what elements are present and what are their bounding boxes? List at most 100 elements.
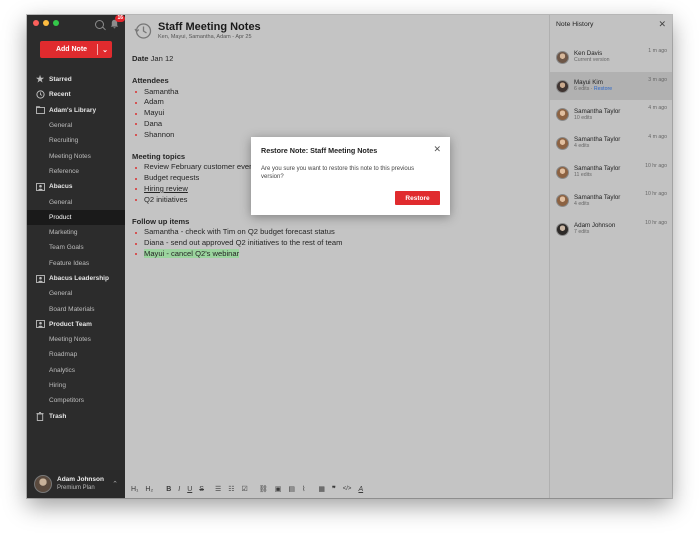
- add-note-label: Add Note: [55, 46, 88, 53]
- history-item-time: 4 m ago: [648, 105, 667, 112]
- history-item[interactable]: Samantha Taylor 4 edits 4 m ago: [550, 129, 672, 158]
- checkbox-icon[interactable]: ☑: [242, 485, 248, 493]
- chevron-down-icon[interactable]: ⌄: [98, 46, 112, 54]
- history-item-sub: 7 edits: [574, 229, 590, 236]
- history-list: Ken Davis Current version 1 m ago Mayui K…: [550, 43, 672, 244]
- add-note-button[interactable]: Add Note ⌄: [40, 41, 112, 58]
- sidebar-item-label: Adam's Library: [49, 106, 97, 114]
- attachment-icon[interactable]: ⌇: [302, 485, 305, 493]
- history-item-time: 10 hr ago: [645, 220, 667, 227]
- history-item[interactable]: Ken Davis Current version 1 m ago: [550, 43, 672, 72]
- sidebar-item-label: Analytics: [49, 366, 76, 374]
- sidebar-item-abacus-leadership[interactable]: Abacus Leadership: [27, 271, 125, 286]
- sidebar-item-analytics[interactable]: Analytics: [27, 363, 125, 378]
- sidebar-item-label: Meeting Notes: [49, 336, 91, 344]
- sidebar-item-label: Roadmap: [49, 351, 78, 359]
- close-icon[interactable]: ✕: [658, 19, 666, 30]
- restore-link[interactable]: Restore: [594, 86, 612, 92]
- history-item[interactable]: Samantha Taylor 10 edits 4 m ago: [550, 100, 672, 129]
- history-item[interactable]: Mayui Kim 6 edits · Restore 3 m ago: [550, 71, 672, 101]
- heading2-button[interactable]: H₂: [145, 486, 153, 493]
- date-label: Date: [132, 54, 149, 63]
- sidebar-item-competitors[interactable]: Competitors: [27, 393, 125, 408]
- history-item-name: Adam Johnson: [574, 222, 616, 230]
- sidebar-item-roadmap[interactable]: Roadmap: [27, 347, 125, 362]
- table-icon[interactable]: ▦: [318, 485, 325, 493]
- history-item[interactable]: Samantha Taylor 11 edits 10 hr ago: [550, 158, 672, 187]
- user-plan: Premium Plan: [57, 485, 95, 491]
- sidebar-item-general[interactable]: General: [27, 286, 125, 301]
- sidebar-item-marketing[interactable]: Marketing: [27, 225, 125, 240]
- notifications-button[interactable]: 16: [110, 15, 125, 29]
- strikethrough-button[interactable]: S: [199, 486, 204, 493]
- app-window: 16 Add Note ⌄ ★ Starred Recent Adam's Lib…: [27, 15, 672, 498]
- film-icon[interactable]: ▤: [288, 485, 295, 493]
- quote-button[interactable]: ❞: [332, 485, 336, 493]
- sidebar-item-starred[interactable]: ★ Starred: [27, 72, 125, 87]
- list-item: Mayui: [132, 108, 542, 119]
- sidebar-item-product[interactable]: Product: [27, 209, 125, 225]
- minimize-window-button[interactable]: [43, 20, 49, 26]
- history-item-time: 1 m ago: [648, 48, 667, 54]
- user-account[interactable]: Adam Johnson Premium Plan ⌃: [27, 470, 125, 498]
- bold-button[interactable]: B: [166, 486, 171, 493]
- restore-button[interactable]: Restore: [395, 191, 440, 205]
- sidebar-item-team-goals[interactable]: Team Goals: [27, 240, 125, 255]
- sidebar-item-label: Marketing: [49, 229, 78, 237]
- format-toolbar: H₁ H₂ B I U S ☰ ☷ ☑ ⛓ ▣ ▤ ⌇ ▦ ❞ </> A: [125, 480, 549, 498]
- sidebar-item-feature-ideas[interactable]: Feature Ideas: [27, 256, 125, 271]
- note-editor: Staff Meeting Notes Ken, Mayui, Samantha…: [125, 15, 549, 498]
- team-icon: [35, 320, 45, 329]
- sidebar-item-adams-library[interactable]: Adam's Library: [27, 103, 125, 118]
- sidebar-item-meeting-notes[interactable]: Meeting Notes: [27, 332, 125, 347]
- user-info: Adam Johnson Premium Plan: [57, 476, 104, 492]
- history-item[interactable]: Samantha Taylor 4 edits 10 hr ago: [550, 186, 672, 215]
- code-button[interactable]: </>: [343, 486, 352, 492]
- sidebar-item-trash[interactable]: Trash: [27, 409, 125, 424]
- sidebar-item-product-team[interactable]: Product Team: [27, 317, 125, 332]
- history-item-time: 10 hr ago: [645, 191, 667, 198]
- notification-badge: 16: [115, 15, 125, 22]
- sidebar-item-reference[interactable]: Reference: [27, 164, 125, 179]
- list-item: Samantha - check with Tim on Q2 budget f…: [132, 227, 542, 238]
- list-item: Adam: [132, 97, 542, 108]
- heading1-button[interactable]: H₁: [131, 486, 138, 493]
- sidebar-item-general[interactable]: General: [27, 194, 125, 209]
- search-icon[interactable]: [95, 19, 104, 29]
- link-icon[interactable]: ⛓: [259, 485, 268, 493]
- sidebar-item-abacus[interactable]: Abacus: [27, 179, 125, 194]
- avatar: [556, 165, 569, 179]
- history-item-sub: 11 edits: [574, 172, 592, 179]
- sidebar-item-label: Feature Ideas: [49, 259, 90, 267]
- sidebar-item-label: General: [49, 122, 73, 130]
- sidebar-item-label: Team Goals: [49, 244, 84, 252]
- underline-button[interactable]: U: [187, 486, 192, 493]
- maximize-window-button[interactable]: [53, 20, 59, 26]
- bullet-list-icon[interactable]: ☰: [215, 485, 221, 493]
- sidebar-item-board-materials[interactable]: Board Materials: [27, 301, 125, 316]
- note-title[interactable]: Staff Meeting Notes: [158, 21, 261, 34]
- close-window-button[interactable]: [33, 20, 39, 26]
- followup-heading: Follow up items: [132, 216, 190, 226]
- image-icon[interactable]: ▣: [275, 485, 282, 493]
- sidebar-item-label: Starred: [49, 76, 72, 84]
- sidebar-nav: ★ Starred Recent Adam's Library General R…: [27, 72, 125, 424]
- sidebar-item-hiring[interactable]: Hiring: [27, 378, 125, 393]
- note-link[interactable]: Hiring review: [144, 184, 188, 193]
- close-icon[interactable]: ✕: [433, 144, 441, 155]
- sidebar-item-label: Hiring: [49, 382, 66, 390]
- sidebar-item-label: Competitors: [49, 397, 85, 405]
- note-history-panel: Note History ✕ Ken Davis Current version …: [549, 15, 672, 498]
- history-icon[interactable]: [133, 21, 153, 41]
- sidebar-item-recruiting[interactable]: Recruiting: [27, 133, 125, 148]
- chevron-up-icon[interactable]: ⌃: [112, 480, 118, 488]
- history-item[interactable]: Adam Johnson 7 edits 10 hr ago: [550, 215, 672, 244]
- numbered-list-icon[interactable]: ☷: [228, 485, 234, 493]
- sidebar-item-meeting-notes[interactable]: Meeting Notes: [27, 148, 125, 163]
- sidebar-item-recent[interactable]: Recent: [27, 87, 125, 102]
- spellcheck-button[interactable]: A: [358, 486, 363, 493]
- italic-button[interactable]: I: [178, 486, 180, 493]
- note-header: Staff Meeting Notes Ken, Mayui, Samantha…: [133, 21, 261, 41]
- sidebar-item-label: General: [49, 198, 73, 206]
- sidebar-item-general[interactable]: General: [27, 118, 125, 133]
